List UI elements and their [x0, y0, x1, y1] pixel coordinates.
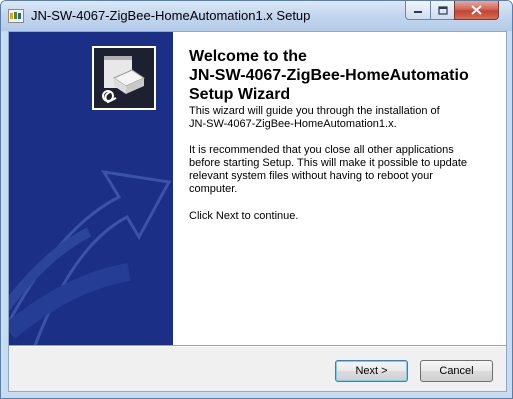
minimize-button[interactable] [405, 1, 431, 20]
setup-window: JN-SW-4067-ZigBee-HomeAutomation1.x Setu… [0, 0, 513, 399]
welcome-heading-line1: Welcome to the [189, 48, 307, 65]
welcome-heading: Welcome to the JN-SW-4067-ZigBee-HomeAut… [189, 47, 469, 104]
continue-instruction: Click Next to continue. [189, 210, 299, 222]
wizard-side-banner [9, 32, 173, 345]
wizard-content-panel: Welcome to the JN-SW-4067-ZigBee-HomeAut… [173, 32, 506, 345]
next-button[interactable]: Next > [335, 360, 408, 382]
wizard-client-area: Welcome to the JN-SW-4067-ZigBee-HomeAut… [8, 31, 507, 392]
window-title: JN-SW-4067-ZigBee-HomeAutomation1.x Setu… [31, 8, 311, 23]
welcome-heading-line3: Setup Wizard [189, 86, 291, 103]
installer-box-icon [92, 46, 156, 110]
intro-paragraph: This wizard will guide you through the i… [189, 105, 440, 130]
title-bar[interactable]: JN-SW-4067-ZigBee-HomeAutomation1.x Setu… [1, 1, 512, 31]
welcome-heading-line2: JN-SW-4067-ZigBee-HomeAutomatio [189, 67, 469, 84]
minimize-icon [414, 11, 422, 13]
recommendation-paragraph: It is recommended that you close all oth… [189, 144, 468, 195]
maximize-button[interactable] [430, 1, 455, 20]
maximize-icon [437, 5, 448, 15]
cancel-button[interactable]: Cancel [420, 360, 493, 382]
installer-app-icon[interactable] [8, 9, 24, 23]
button-area-divider-highlight [9, 346, 506, 347]
close-icon [471, 5, 482, 15]
close-button[interactable] [454, 1, 499, 20]
